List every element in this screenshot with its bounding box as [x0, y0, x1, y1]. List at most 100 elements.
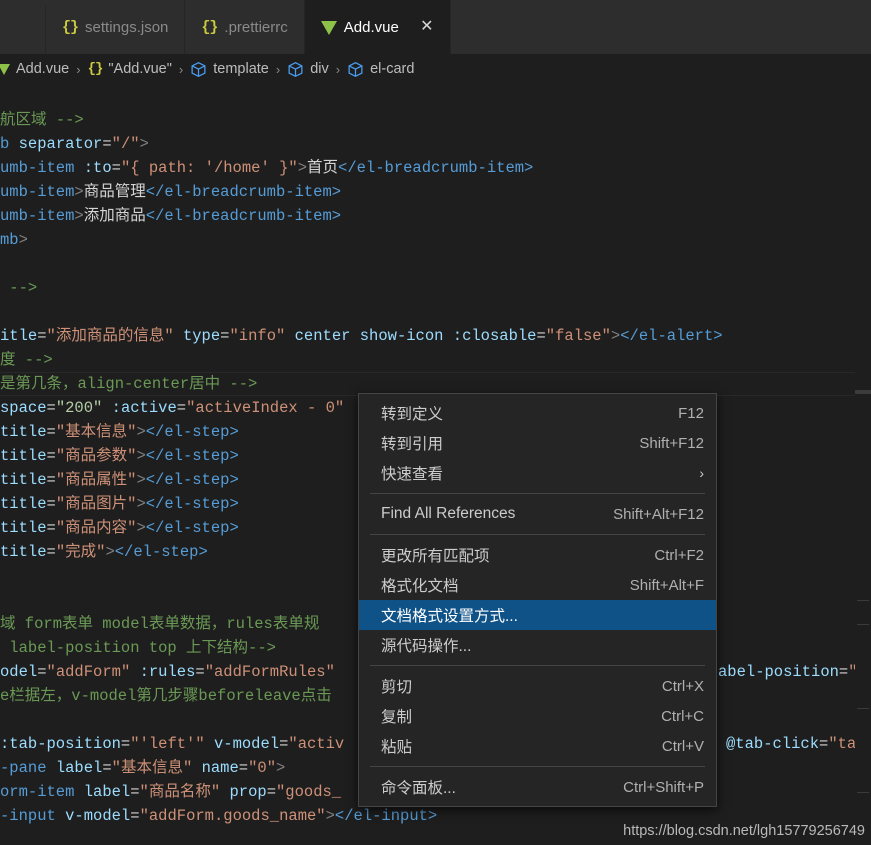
context-menu-separator	[370, 665, 705, 666]
editor-scrollbar-gutter[interactable]	[855, 84, 871, 845]
code-line[interactable]: b separator="/">	[0, 132, 871, 156]
code-token: =	[130, 783, 140, 801]
context-menu-item-[interactable]: 更改所有匹配项 Ctrl+F2	[359, 540, 716, 570]
breadcrumb: Add.vue › {} "Add.vue" › template › div › el-card	[0, 54, 871, 84]
context-menu-item-[interactable]: 剪切 Ctrl+X	[359, 671, 716, 701]
context-menu-item-label: 命令面板...	[381, 780, 456, 797]
code-token: </el-breadcrumb-item>	[145, 207, 342, 225]
editor-tab-add-vue[interactable]: Add.vue ✕	[304, 0, 451, 54]
code-token: 域 form表单 model表单数据，rules表单规	[0, 615, 320, 633]
editor-tab-prettierrc[interactable]: {} .prettierrc	[185, 0, 305, 54]
code-token: >	[136, 447, 146, 465]
close-icon[interactable]: ✕	[420, 19, 434, 35]
code-token: >	[74, 207, 84, 225]
code-token: name	[201, 759, 239, 777]
code-token: >	[276, 759, 286, 777]
context-menu-item-label: 转到引用	[381, 436, 444, 453]
code-token: =	[46, 471, 56, 489]
context-menu-separator	[370, 766, 705, 767]
code-token: =	[102, 759, 112, 777]
code-token: "商品属性"	[55, 471, 137, 489]
code-line[interactable]: 度 -->	[0, 348, 871, 372]
code-line[interactable]: 航区域 -->	[0, 108, 871, 132]
code-token: </el-step>	[145, 471, 239, 489]
editor-tab-settings-json[interactable]: {} settings.json	[46, 0, 186, 54]
code-token: >	[136, 423, 146, 441]
code-token: "activeIndex - 0"	[186, 399, 345, 417]
vscode-window: {} settings.json {} .prettierrc Add.vue ✕ Add…	[0, 0, 871, 845]
code-token: e栏据左，v-model第几步骤beforeleave点击	[0, 687, 332, 705]
code-line[interactable]: -->	[0, 276, 871, 300]
code-token: =	[46, 495, 56, 513]
code-token: >	[610, 327, 621, 345]
code-token: =	[279, 735, 289, 753]
code-token: =	[46, 519, 56, 537]
context-menu-item-[interactable]: 命令面板... Ctrl+Shift+P	[359, 772, 716, 802]
context-menu-item-[interactable]: 文档格式设置方式...	[359, 600, 716, 630]
code-token: >	[139, 135, 149, 153]
context-menu-separator	[370, 493, 705, 494]
code-line[interactable]: umb-item :to="{ path: '/home' }">首页</el-…	[0, 156, 871, 180]
code-token: "基本信息"	[55, 423, 137, 441]
code-token: show-icon	[359, 327, 444, 345]
watermark-url: https://blog.csdn.net/lgh15779256749	[623, 823, 865, 839]
code-line[interactable]	[0, 252, 871, 276]
code-token: "添加商品的信息"	[46, 327, 174, 345]
code-line-fragment[interactable]: @tab-click="tab	[726, 732, 871, 756]
code-token: >	[74, 183, 84, 201]
tab-bar-left-padding	[0, 0, 46, 54]
code-token: =	[102, 135, 112, 153]
editor-context-menu[interactable]: 转到定义 F12 转到引用 Shift+F12 快速查看 › Find All Refere…	[358, 393, 717, 807]
context-menu-item-[interactable]: 粘贴 Ctrl+V	[359, 731, 716, 761]
code-token: 商品管理	[83, 183, 146, 201]
code-token: "info"	[229, 327, 286, 345]
context-menu-item-[interactable]: 转到定义 F12	[359, 398, 716, 428]
context-menu-item-label: 粘贴	[381, 739, 413, 756]
code-token: >	[297, 159, 307, 177]
context-menu-item-keybinding: Ctrl+V	[661, 737, 704, 755]
code-token: prop	[229, 783, 267, 801]
breadcrumb-item-div[interactable]: div	[287, 61, 329, 78]
symbol-cube-icon	[190, 61, 207, 78]
code-token: =	[819, 735, 829, 753]
code-token: "{ path:	[120, 159, 205, 177]
code-token: v-model	[213, 735, 280, 753]
code-token: title	[0, 423, 47, 441]
context-menu-item-[interactable]: 源代码操作...	[359, 630, 716, 660]
code-token: title	[0, 447, 47, 465]
code-token: =	[266, 783, 276, 801]
code-token: =	[46, 399, 56, 417]
breadcrumb-item-add-vue[interactable]: {} "Add.vue"	[88, 61, 172, 77]
code-line[interactable]	[0, 84, 871, 108]
context-menu-item-[interactable]: 转到引用 Shift+F12	[359, 428, 716, 458]
code-token: space	[0, 399, 47, 417]
context-menu-item-[interactable]: 复制 Ctrl+C	[359, 701, 716, 731]
context-menu-item-find-all-references[interactable]: Find All References Shift+Alt+F12	[359, 499, 716, 529]
code-token: :rules	[139, 663, 196, 681]
code-line[interactable]: mb>	[0, 228, 871, 252]
context-menu-item-[interactable]: 快速查看 ›	[359, 458, 716, 488]
code-token: =	[176, 399, 187, 417]
code-token: =	[37, 663, 47, 681]
code-line[interactable]: umb-item>商品管理</el-breadcrumb-item>	[0, 180, 871, 204]
code-line[interactable]	[0, 300, 871, 324]
code-token: </el-step>	[145, 519, 239, 537]
context-menu-item-keybinding: F12	[678, 404, 704, 422]
context-menu-item-[interactable]: 格式化文档 Shift+Alt+F	[359, 570, 716, 600]
breadcrumb-separator: ›	[178, 61, 184, 77]
breadcrumb-item-add-vue[interactable]: Add.vue	[0, 61, 69, 77]
code-token: "200"	[55, 399, 103, 417]
breadcrumb-item-el-card[interactable]: el-card	[347, 61, 414, 78]
code-token: "商品内容"	[55, 519, 137, 537]
code-token: =	[536, 327, 546, 345]
code-line[interactable]: umb-item>添加商品</el-breadcrumb-item>	[0, 204, 871, 228]
context-menu-item-label: 文档格式设置方式...	[381, 608, 518, 625]
breadcrumb-item-template[interactable]: template	[190, 61, 269, 78]
code-token: "goods_	[276, 783, 342, 801]
context-menu-item-keybinding: Shift+Alt+F12	[613, 505, 704, 523]
code-token: 首页	[307, 159, 339, 177]
code-token: abel-position	[718, 663, 839, 681]
code-line-fragment[interactable]: abel-position="t	[718, 660, 871, 684]
code-line[interactable]: itle="添加商品的信息" type="info" center show-i…	[0, 324, 871, 348]
